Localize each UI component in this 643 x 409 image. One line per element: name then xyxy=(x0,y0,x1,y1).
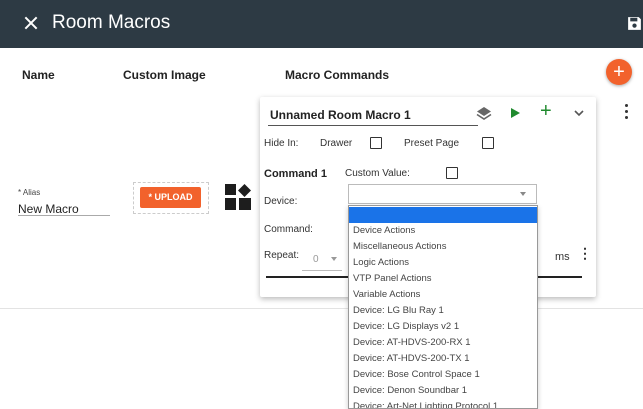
column-header-name: Name xyxy=(22,68,55,82)
dropdown-option[interactable] xyxy=(349,207,537,223)
dropdown-option[interactable]: Device: LG Blu Ray 1 xyxy=(349,303,537,319)
save-icon[interactable] xyxy=(626,15,643,32)
dropdown-option[interactable]: Miscellaneous Actions xyxy=(349,239,537,255)
dropdown-caret-icon xyxy=(520,192,526,196)
preset-page-checkbox[interactable] xyxy=(482,137,494,149)
repeat-value[interactable]: 0 xyxy=(313,254,319,265)
row-menu-icon[interactable] xyxy=(620,103,632,121)
page-title: Room Macros xyxy=(52,12,171,33)
custom-value-label: Custom Value: xyxy=(345,168,410,179)
command-menu-icon[interactable]: ⋮ xyxy=(578,246,592,260)
upload-button[interactable]: * UPLOAD xyxy=(140,187,201,208)
dropdown-option[interactable]: Device Actions xyxy=(349,223,537,239)
column-header-macro-commands: Macro Commands xyxy=(285,68,390,82)
macro-name[interactable]: Unnamed Room Macro 1 xyxy=(270,108,411,122)
command-title: Command 1 xyxy=(264,168,327,180)
dropdown-option[interactable]: VTP Panel Actions xyxy=(349,271,537,287)
top-bar: Room Macros xyxy=(0,0,643,48)
device-select[interactable] xyxy=(348,184,537,204)
device-label: Device: xyxy=(264,196,298,207)
add-command-icon[interactable]: + xyxy=(540,101,552,121)
dropdown-option[interactable]: Device: LG Displays v2 1 xyxy=(349,319,537,335)
dropdown-option[interactable]: Device: AT-HDVS-200-TX 1 xyxy=(349,351,537,367)
custom-value-checkbox[interactable] xyxy=(446,167,458,179)
dropdown-option[interactable]: Device: AT-HDVS-200-RX 1 xyxy=(349,335,537,351)
preset-page-label: Preset Page xyxy=(404,138,460,149)
macro-name-underline xyxy=(268,125,478,126)
chevron-down-icon[interactable] xyxy=(573,107,585,119)
dropdown-option[interactable]: Variable Actions xyxy=(349,287,537,303)
room-macros-page: Room Macros Name Custom Image Macro Comm… xyxy=(0,0,643,409)
repeat-label: Repeat: xyxy=(264,250,300,261)
device-dropdown-list[interactable]: Device Actions Miscellaneous Actions Logic… xyxy=(348,205,538,409)
dropdown-option[interactable]: Device: Bose Control Space 1 xyxy=(349,367,537,383)
command-label: Command: xyxy=(264,224,313,235)
drawer-label: Drawer xyxy=(320,138,353,149)
alias-input[interactable]: New Macro xyxy=(18,202,110,216)
repeat-caret-icon xyxy=(331,257,337,261)
hide-in-label: Hide In: xyxy=(264,138,299,149)
play-icon[interactable] xyxy=(511,108,520,118)
repeat-underline xyxy=(302,270,342,271)
dropdown-option[interactable]: Device: Art-Net Lighting Protocol 1 xyxy=(349,399,537,408)
column-header-custom-image: Custom Image xyxy=(123,68,206,82)
ms-label: ms xyxy=(555,251,570,263)
drawer-checkbox[interactable] xyxy=(370,137,382,149)
dropdown-option[interactable]: Logic Actions xyxy=(349,255,537,271)
row-divider xyxy=(0,308,643,309)
shapes-icon[interactable] xyxy=(225,184,251,210)
add-macro-button[interactable]: + xyxy=(606,59,632,85)
dropdown-option[interactable]: Device: Denon Soundbar 1 xyxy=(349,383,537,399)
alias-label: * Alias xyxy=(18,188,41,197)
layers-icon[interactable] xyxy=(476,106,492,122)
close-icon[interactable] xyxy=(20,12,42,34)
